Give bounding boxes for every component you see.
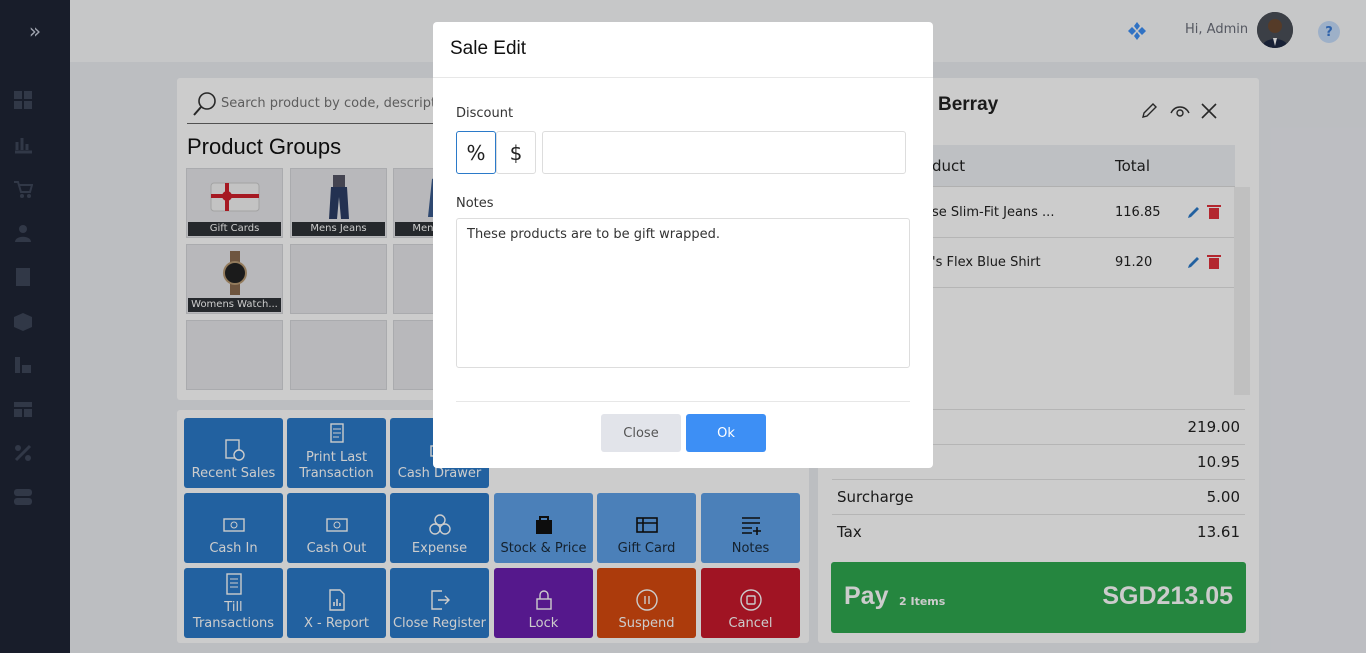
close-button[interactable]: Close — [601, 414, 681, 452]
modal-title: Sale Edit — [450, 38, 527, 59]
ok-button[interactable]: Ok — [686, 414, 766, 452]
percent-toggle-button[interactable]: % — [456, 131, 496, 174]
notes-label: Notes — [456, 196, 494, 211]
sale-edit-modal: Sale Edit Discount % $ Notes These produ… — [433, 22, 933, 468]
divider — [456, 401, 910, 402]
discount-label: Discount — [456, 106, 514, 121]
notes-textarea[interactable]: These products are to be gift wrapped. — [456, 218, 910, 368]
dollar-toggle-button[interactable]: $ — [496, 131, 536, 174]
divider — [433, 77, 933, 78]
discount-input[interactable] — [542, 131, 906, 174]
